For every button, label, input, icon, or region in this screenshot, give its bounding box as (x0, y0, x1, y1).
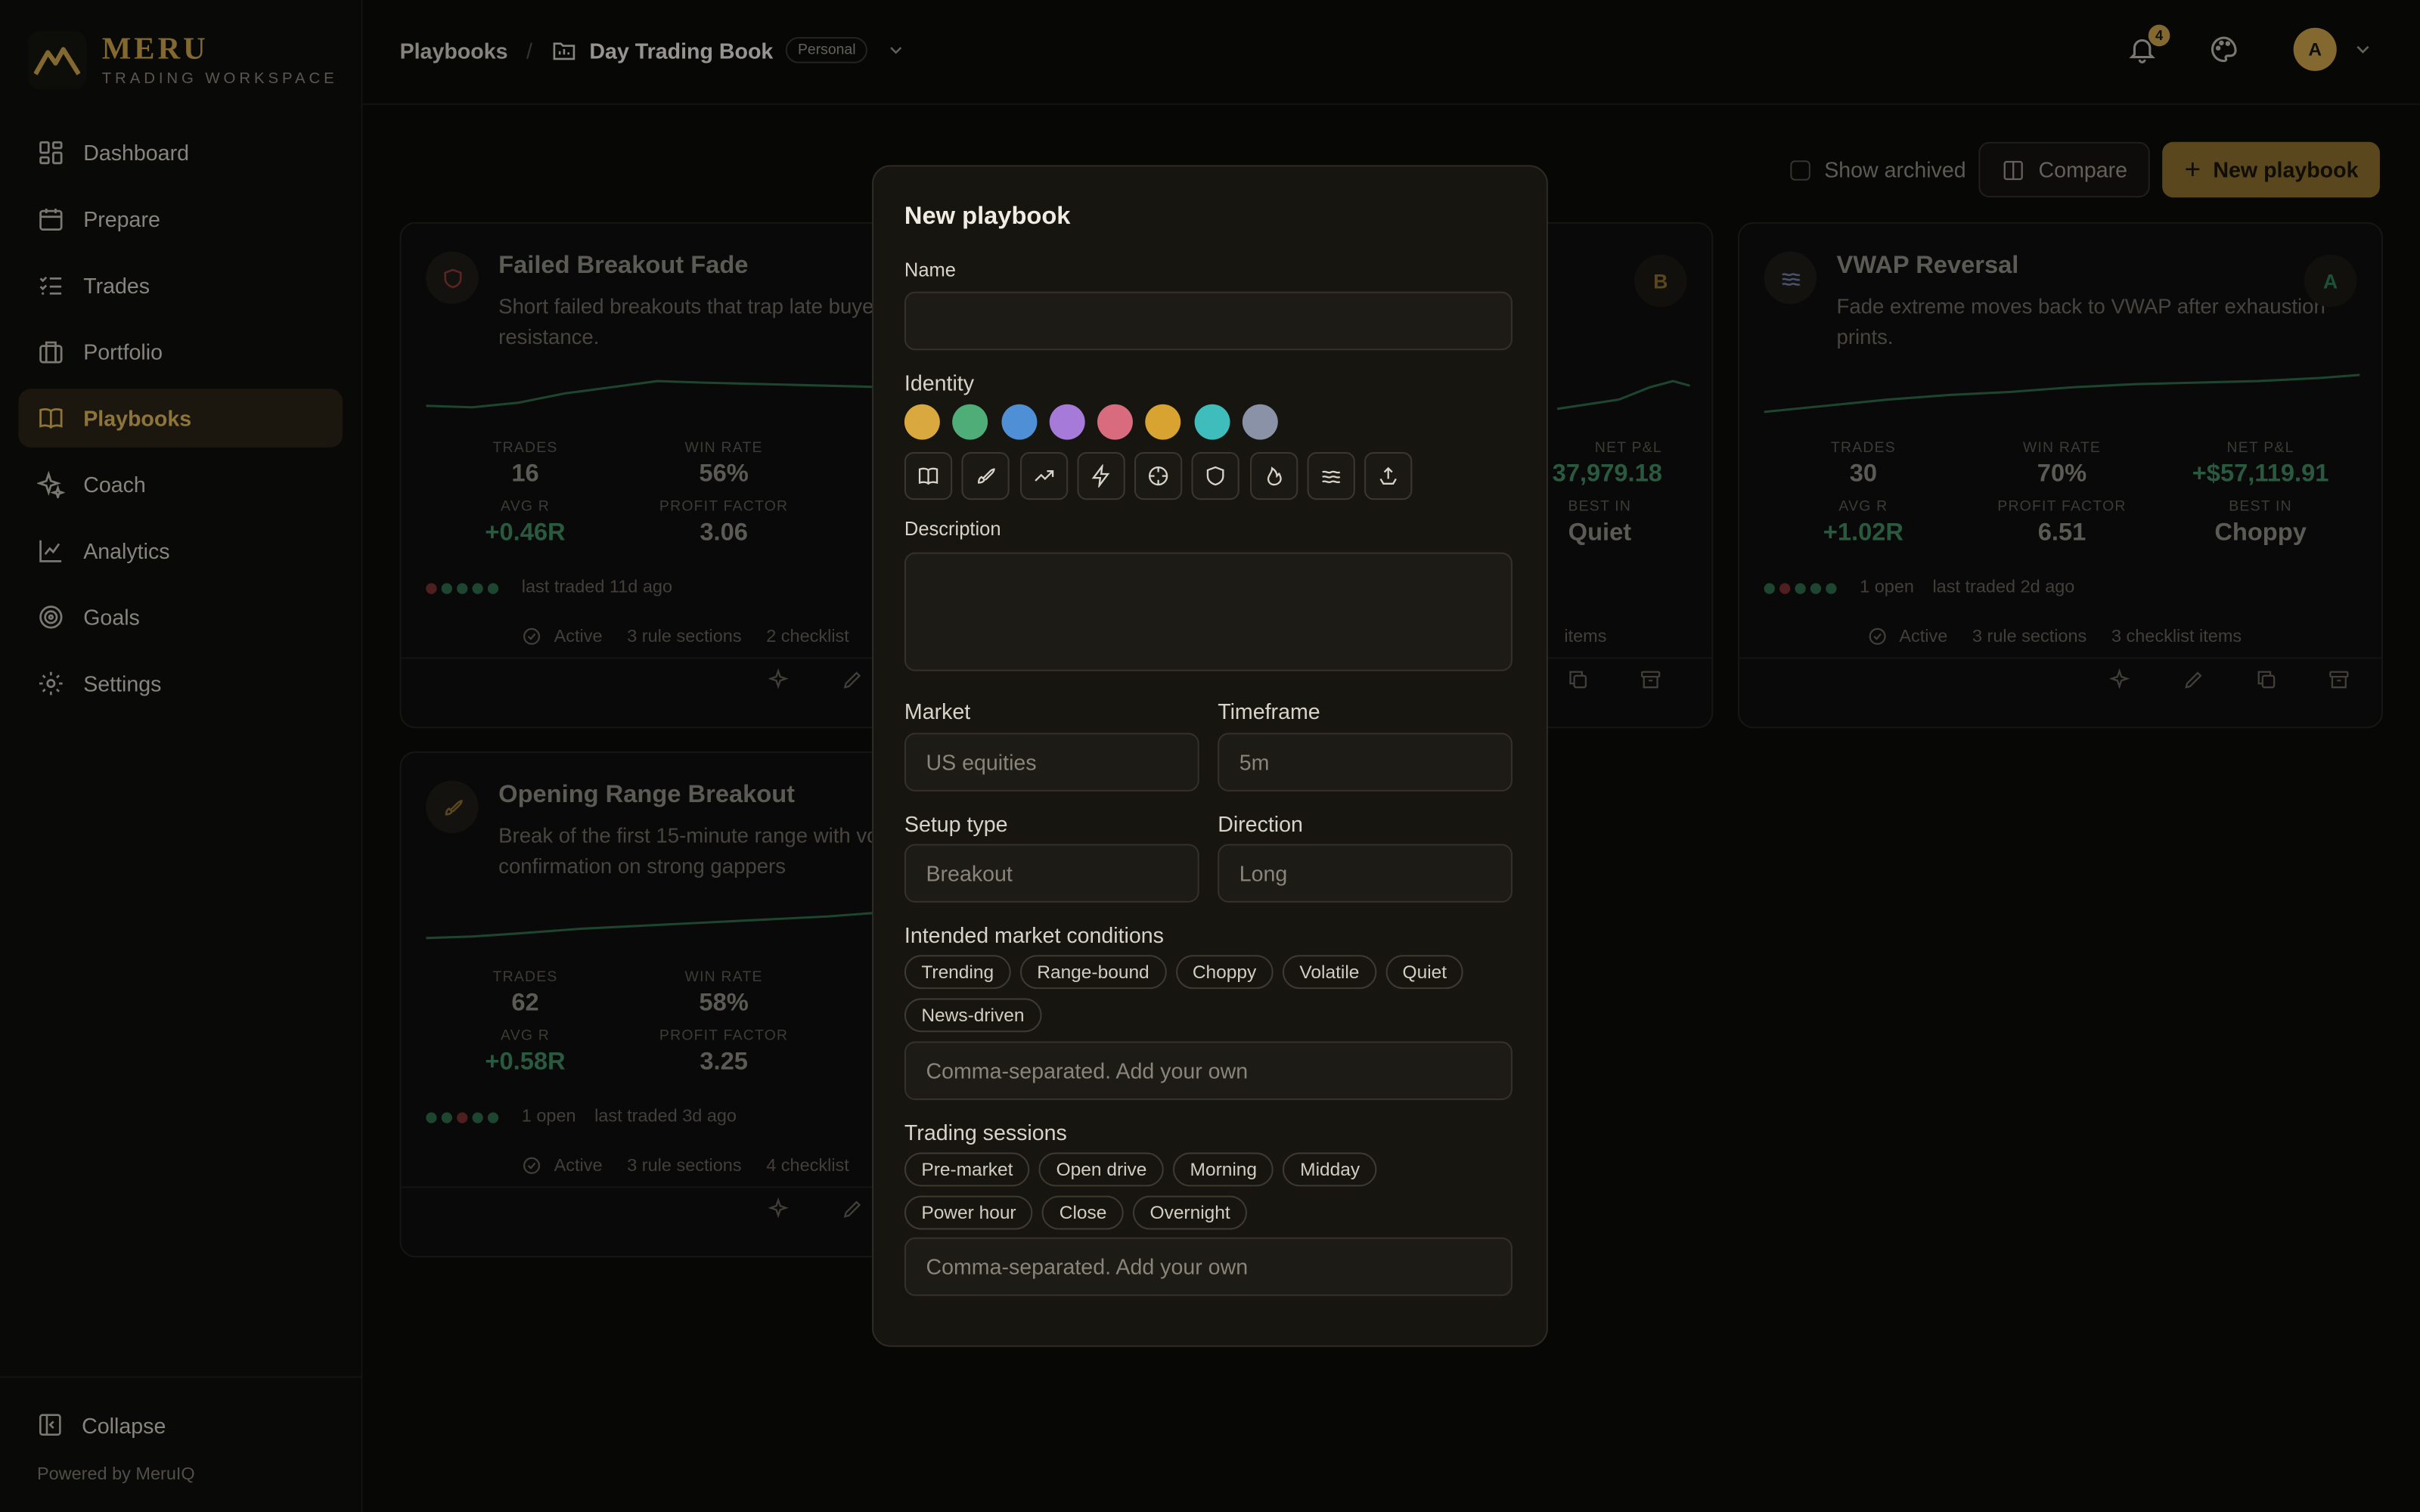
chip-open-drive[interactable]: Open drive (1039, 1152, 1164, 1187)
name-input[interactable] (904, 291, 1512, 351)
upload-icon (1380, 466, 1398, 485)
trending-up-icon (1034, 470, 1053, 482)
chip-range-bound[interactable]: Range-bound (1019, 955, 1167, 990)
icon-option-shield[interactable] (1192, 451, 1240, 500)
book-icon (918, 467, 939, 485)
color-swatch-3[interactable] (1049, 404, 1085, 440)
new-playbook-dialog: New playbook Name Identity Description M… (872, 165, 1548, 1347)
color-swatch-1[interactable] (952, 404, 988, 440)
chip-quiet[interactable]: Quiet (1385, 955, 1464, 990)
market-conditions-chips: Trending Range-bound Choppy Volatile Qui… (904, 955, 1519, 1041)
timeframe-label: Timeframe (1218, 699, 1320, 724)
description-label: Description (904, 518, 1001, 541)
chip-choppy[interactable]: Choppy (1175, 955, 1274, 990)
icon-option-crosshair[interactable] (1134, 451, 1183, 500)
trading-sessions-chips: Pre-market Open drive Morning Midday Pow… (904, 1152, 1519, 1238)
icon-picker (904, 451, 1423, 500)
flame-icon (1267, 466, 1282, 486)
identity-label: Identity (904, 370, 975, 395)
market-conditions-input[interactable]: Comma-separated. Add your own (904, 1041, 1512, 1101)
icon-option-book[interactable] (904, 451, 953, 500)
icon-option-rocket[interactable] (962, 451, 1010, 500)
setup-type-label: Setup type (904, 811, 1008, 837)
chip-volatile[interactable]: Volatile (1282, 955, 1376, 990)
description-textarea[interactable] (904, 552, 1512, 671)
color-swatch-4[interactable] (1097, 404, 1134, 440)
color-swatch-5[interactable] (1146, 404, 1182, 440)
chip-pre-market[interactable]: Pre-market (904, 1152, 1030, 1187)
zap-icon (1091, 464, 1110, 488)
rocket-icon (978, 468, 996, 484)
color-swatch-0[interactable] (904, 404, 940, 440)
market-label: Market (904, 699, 971, 724)
dialog-title: New playbook (904, 203, 1071, 231)
chip-midday[interactable]: Midday (1283, 1152, 1377, 1187)
chip-power-hour[interactable]: Power hour (904, 1195, 1034, 1230)
color-swatch-6[interactable] (1194, 404, 1230, 440)
icon-option-zap[interactable] (1077, 451, 1125, 500)
chip-overnight[interactable]: Overnight (1133, 1195, 1248, 1230)
market-conditions-label: Intended market conditions (904, 922, 1164, 948)
chip-close[interactable]: Close (1042, 1195, 1124, 1230)
direction-input[interactable]: Long (1218, 844, 1512, 903)
trading-sessions-input[interactable]: Comma-separated. Add your own (904, 1237, 1512, 1297)
shield-icon (1207, 466, 1225, 486)
color-swatch-2[interactable] (1001, 404, 1037, 440)
icon-option-flame[interactable] (1249, 451, 1298, 500)
timeframe-input[interactable]: 5m (1218, 733, 1512, 792)
icon-option-waves[interactable] (1307, 451, 1355, 500)
name-label: Name (904, 259, 956, 281)
chip-morning[interactable]: Morning (1173, 1152, 1274, 1187)
icon-option-upload[interactable] (1364, 451, 1413, 500)
trading-sessions-label: Trading sessions (904, 1120, 1067, 1145)
waves-icon (1322, 470, 1341, 484)
crosshair-icon (1149, 466, 1168, 486)
direction-label: Direction (1218, 811, 1303, 837)
color-swatch-7[interactable] (1243, 404, 1278, 440)
setup-type-input[interactable]: Breakout (904, 844, 1199, 903)
color-picker (904, 404, 1291, 440)
icon-option-trending-up[interactable] (1019, 451, 1068, 500)
chip-news-driven[interactable]: News-driven (904, 998, 1041, 1033)
chip-trending[interactable]: Trending (904, 955, 1011, 990)
market-input[interactable]: US equities (904, 733, 1199, 792)
